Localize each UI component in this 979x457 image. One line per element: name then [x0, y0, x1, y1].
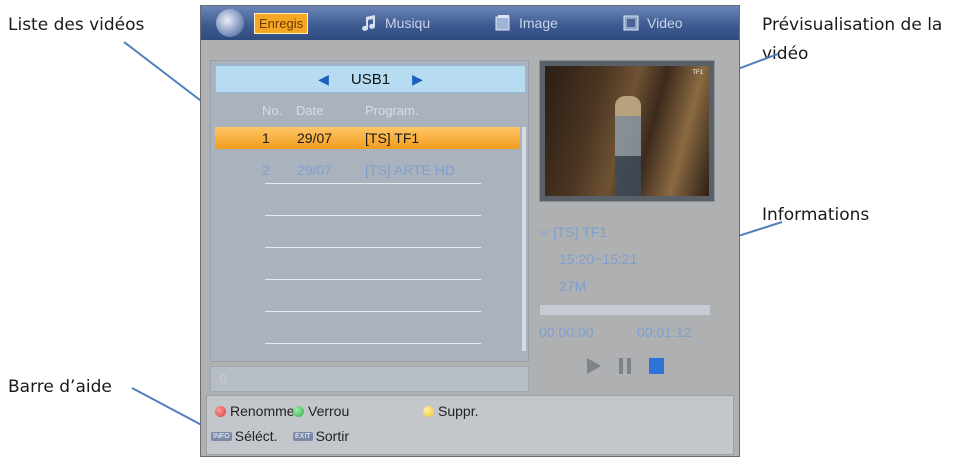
source-label: USB1 — [350, 70, 391, 88]
help-select[interactable]: INFO Séléct. — [211, 428, 278, 444]
help-select-label: Séléct. — [234, 428, 278, 444]
tab-recordings-label: Enregis — [254, 12, 309, 34]
video-preview: TF1 — [539, 60, 715, 202]
total-time: 00:01:12 — [637, 324, 692, 340]
stop-icon[interactable] — [649, 358, 664, 379]
info-key-icon: INFO — [211, 431, 232, 441]
page-indicator: 0 — [220, 372, 227, 386]
image-icon — [493, 13, 513, 33]
play-icon[interactable] — [587, 358, 601, 379]
media-player-screen: Enregis Musiqu Image Video ◀ USB1 ▶ No. … — [200, 5, 740, 457]
music-note-icon — [359, 13, 379, 33]
tab-image-label: Image — [519, 15, 558, 31]
list-scrollbar[interactable] — [522, 127, 526, 351]
tab-video-label: Video — [647, 15, 683, 31]
row-no: 2 — [262, 162, 270, 178]
tab-image[interactable]: Image — [493, 6, 558, 40]
yellow-button-icon — [423, 405, 434, 417]
help-bar: Renomme Verrou Suppr. INFO Séléct. EXIT … — [206, 395, 734, 455]
info-time-range: 15:20~15:21 — [559, 251, 638, 267]
record-status-icon: ⊖ — [539, 226, 550, 240]
help-lock[interactable]: Verrou — [293, 403, 349, 419]
tab-video[interactable]: Video — [621, 6, 683, 40]
green-button-icon — [293, 405, 304, 417]
help-lock-label: Verrou — [308, 403, 350, 419]
row-program: [TS] ARTE HD — [365, 162, 455, 178]
table-row[interactable]: 2 29/07 [TS] ARTE HD — [215, 159, 520, 181]
preview-annotation-line1: Prévisualisation de la — [762, 15, 943, 35]
exit-key-icon: EXIT — [293, 431, 313, 441]
playback-progress-bar[interactable] — [539, 304, 711, 316]
video-list-annotation: Liste des vidéos — [8, 15, 145, 35]
tab-bar: Enregis Musiqu Image Video — [201, 6, 739, 40]
row-divider — [265, 311, 481, 312]
info-size: 27M — [559, 278, 587, 294]
red-button-icon — [215, 405, 226, 417]
row-program: [TS] TF1 — [365, 130, 420, 146]
help-rename-label: Renomme — [230, 403, 295, 419]
tab-music[interactable]: Musiqu — [359, 6, 430, 40]
row-no: 1 — [262, 130, 270, 146]
channel-logo: TF1 — [692, 70, 703, 76]
disc-logo-icon — [216, 9, 244, 37]
preview-frame: TF1 — [545, 66, 709, 196]
help-rename[interactable]: Renomme — [215, 403, 295, 419]
arrow-left-icon[interactable]: ◀ — [318, 71, 329, 88]
arrow-right-icon[interactable]: ▶ — [412, 71, 423, 88]
row-divider — [265, 183, 481, 184]
help-exit[interactable]: EXIT Sortir — [293, 428, 349, 444]
info-title-row: ⊖ [TS] TF1 — [539, 224, 607, 240]
film-icon — [621, 13, 641, 33]
table-row[interactable]: 1 29/07 [TS] TF1 — [215, 127, 520, 149]
page-indicator-bar: 0 — [210, 366, 529, 392]
video-list-panel: ◀ USB1 ▶ No. Date Program. 1 29/07 [TS] … — [210, 60, 529, 362]
row-date: 29/07 — [297, 162, 333, 178]
help-bar-annotation: Barre d’aide — [8, 377, 112, 397]
row-divider — [265, 215, 481, 216]
pause-icon[interactable] — [619, 358, 631, 379]
column-no: No. — [262, 103, 283, 118]
row-divider — [265, 343, 481, 344]
column-date: Date — [296, 103, 324, 118]
elapsed-time: 00:00:00 — [539, 324, 594, 340]
tab-music-label: Musiqu — [385, 15, 431, 31]
help-delete-label: Suppr. — [438, 403, 479, 419]
informations-annotation: Informations — [762, 205, 870, 225]
help-exit-label: Sortir — [315, 428, 350, 444]
row-divider — [265, 247, 481, 248]
row-date: 29/07 — [297, 130, 333, 146]
help-delete[interactable]: Suppr. — [423, 403, 478, 419]
column-program: Program. — [365, 103, 419, 118]
info-title: [TS] TF1 — [552, 224, 608, 240]
row-divider — [265, 279, 481, 280]
source-selector[interactable]: ◀ USB1 ▶ — [215, 65, 526, 93]
tab-recordings[interactable]: Enregis — [254, 6, 309, 40]
preview-figure — [615, 96, 641, 196]
preview-annotation-line2: vidéo — [762, 44, 809, 64]
